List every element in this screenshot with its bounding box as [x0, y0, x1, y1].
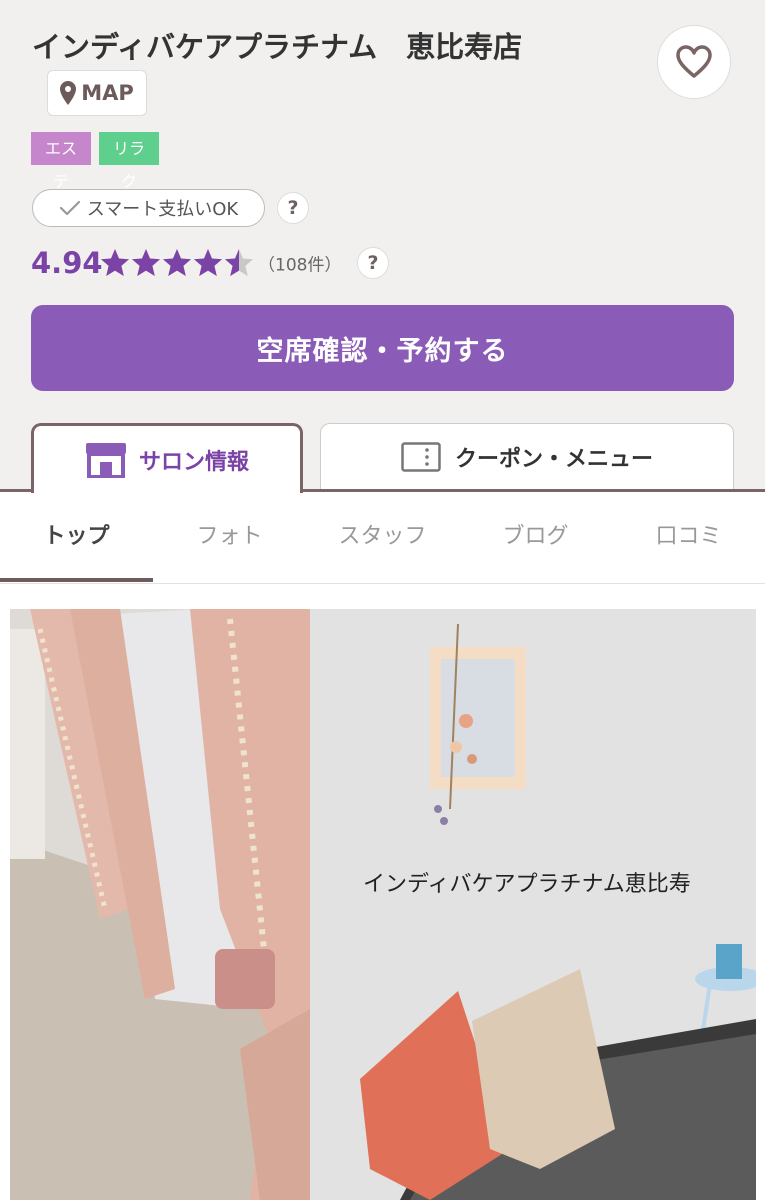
favorite-button[interactable] — [657, 25, 731, 99]
subtab-top[interactable]: トップ — [0, 492, 153, 582]
subtab-reviews[interactable]: 口コミ — [612, 492, 765, 582]
star-icon — [132, 249, 160, 276]
salon-interior-image — [10, 609, 756, 1200]
tab-salon-info-label: サロン情報 — [138, 449, 249, 475]
smart-pay-badge: スマート支払いOK — [32, 189, 265, 227]
tab-coupon-menu[interactable]: クーポン・メニュー — [320, 423, 734, 489]
subtab-photo[interactable]: フォト — [153, 492, 306, 582]
reserve-button[interactable]: 空席確認・予約する — [31, 305, 734, 391]
sub-navigation: トップ フォト スタッフ ブログ 口コミ — [0, 492, 765, 584]
heart-icon — [676, 45, 712, 78]
rating-score: 4.94 — [31, 246, 103, 280]
salon-title: インディバケアプラチナム 恵比寿店 — [32, 30, 523, 64]
coupon-icon — [401, 441, 441, 472]
rating-help-button[interactable]: ? — [357, 247, 389, 279]
store-icon — [85, 442, 126, 478]
star-icon — [225, 249, 253, 276]
pin-icon — [60, 81, 77, 105]
star-icon — [194, 249, 222, 276]
tab-coupon-menu-label: クーポン・メニュー — [454, 446, 653, 472]
map-button[interactable]: MAP — [47, 70, 147, 116]
photo-caption: インディバケアプラチナム恵比寿 — [363, 872, 691, 897]
star-icon — [163, 249, 191, 276]
salon-photo[interactable]: インディバケアプラチナム恵比寿 — [10, 609, 756, 1200]
review-count[interactable]: （108件） — [258, 251, 341, 276]
smart-pay-label: スマート支払いOK — [86, 199, 239, 220]
check-icon — [59, 200, 80, 216]
star-icon — [101, 249, 129, 276]
subtab-active-indicator — [0, 578, 153, 582]
tag-esthetic: エステ — [31, 132, 91, 191]
map-label: MAP — [81, 81, 134, 105]
subtab-blog[interactable]: ブログ — [459, 492, 612, 582]
tag-relaxation: リラク — [99, 132, 159, 191]
subtab-staff[interactable]: スタッフ — [306, 492, 459, 582]
smart-pay-help-button[interactable]: ? — [277, 192, 309, 224]
tab-salon-info[interactable]: サロン情報 — [31, 423, 303, 493]
rating-stars — [100, 248, 254, 278]
